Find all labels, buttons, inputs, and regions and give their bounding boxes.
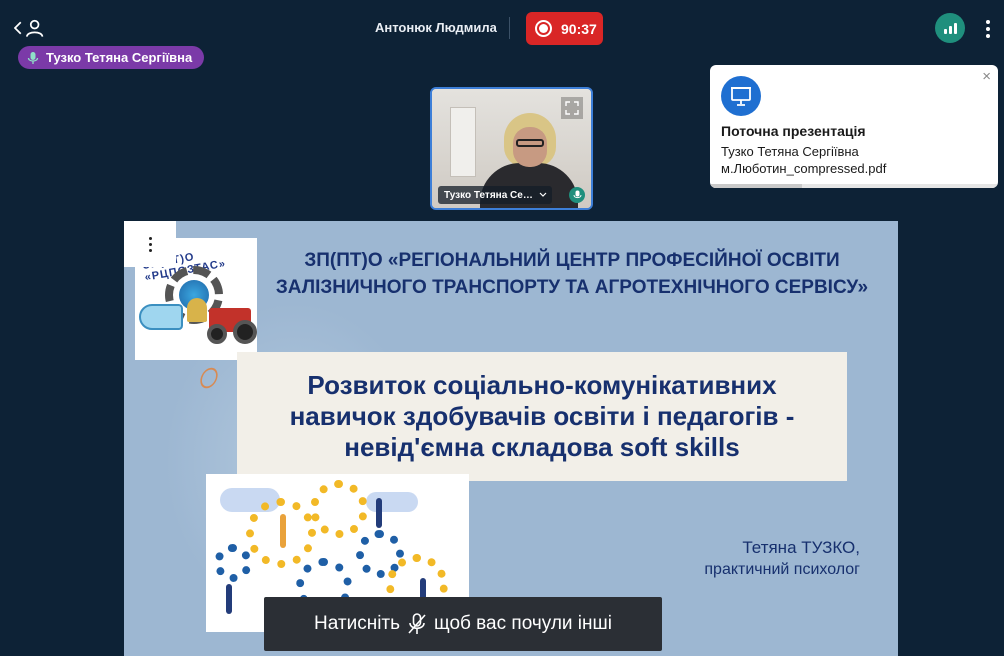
more-vertical-icon[interactable] (983, 18, 993, 40)
organization-title-line2: ЗАЛІЗНИЧНОГО ТРАНСПОРТУ ТА АГРОТЕХНІЧНОГ… (275, 277, 869, 298)
microphone-icon (27, 51, 39, 64)
host-name: Антонюк Людмила (375, 20, 497, 35)
more-vertical-icon[interactable] (124, 221, 176, 267)
microphone-icon (569, 187, 585, 203)
slide-title-line2: навичок здобувачів освіти і педагогів - (289, 401, 795, 431)
toast-text-after: щоб вас почули інші (434, 613, 612, 634)
video-participant-name: Тузко Тетяна Се… (444, 189, 533, 201)
record-icon (535, 20, 552, 37)
back-chevron-icon (14, 21, 22, 35)
slide-title-line3: невід'ємна складова soft skills (344, 432, 740, 462)
notification-presenter: Тузко Тетяна Сергіївна (721, 144, 859, 159)
organization-title: ЗП(ПТ)О «РЕГІОНАЛЬНИЙ ЦЕНТР ПРОФЕСІЙНОЇ … (254, 247, 890, 301)
presentation-slide: ЗП(ПТ)О «РЦПОЗТАС» ЗП(ПТ)О «РЕГІОНАЛЬНИЙ… (124, 221, 898, 656)
close-icon[interactable]: × (982, 68, 991, 85)
notification-title: Поточна презентація (721, 123, 866, 139)
recording-time: 90:37 (561, 20, 597, 37)
participant-video-tile[interactable]: Тузко Тетяна Се… (430, 87, 593, 210)
video-participant-label[interactable]: Тузко Тетяна Се… (438, 186, 552, 204)
user-icon (25, 19, 43, 37)
active-speaker-badge: Тузко Тетяна Сергіївна (18, 46, 205, 69)
unmute-hint-toast: Натисніть щоб вас почули інші (264, 597, 662, 651)
notification-progress (710, 184, 998, 188)
author-block: Тетяна ТУЗКО, практичний психолог (704, 537, 860, 581)
chevron-down-icon (539, 192, 547, 197)
back-participants-button[interactable] (14, 14, 44, 42)
recording-button[interactable]: 90:37 (526, 12, 603, 45)
toast-text-before: Натисніть (314, 613, 401, 634)
signal-bars-icon[interactable] (935, 13, 965, 43)
active-speaker-name: Тузко Тетяна Сергіївна (46, 50, 193, 65)
header-divider (509, 17, 510, 39)
expand-icon[interactable] (561, 97, 583, 119)
author-role: практичний психолог (704, 561, 860, 578)
microphone-off-icon[interactable] (406, 612, 428, 636)
author-name: Тетяна ТУЗКО, (742, 538, 860, 557)
notification-file: м.Люботин_compressed.pdf (721, 161, 887, 176)
presentation-icon (721, 76, 761, 116)
presentation-notification[interactable]: × Поточна презентація Тузко Тетяна Сергі… (710, 65, 998, 188)
slide-title-line1: Розвиток соціально-комунікативних (307, 370, 777, 400)
organization-title-line1: ЗП(ПТ)О «РЕГІОНАЛЬНИЙ ЦЕНТР ПРОФЕСІЙНОЇ … (304, 250, 840, 271)
slide-title-box: Розвиток соціально-комунікативних навичо… (237, 352, 847, 481)
